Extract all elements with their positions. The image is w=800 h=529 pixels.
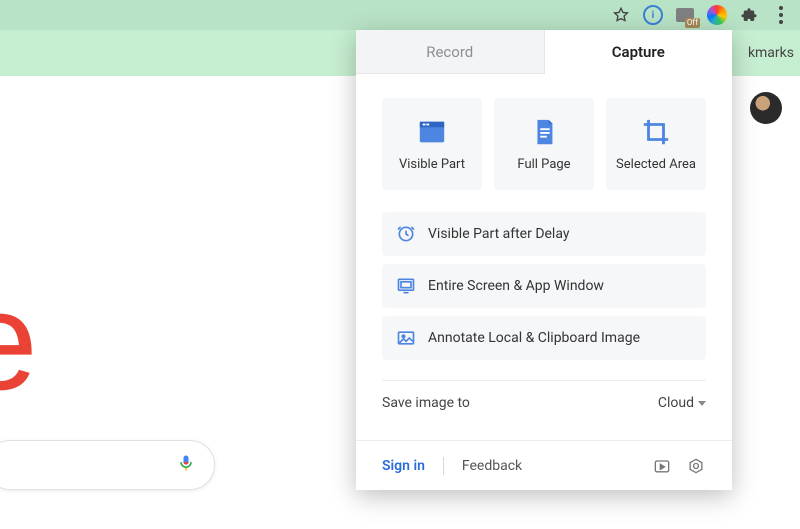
tab-capture[interactable]: Capture	[545, 30, 733, 74]
tab-record[interactable]: Record	[356, 30, 545, 74]
signin-link[interactable]: Sign in	[382, 458, 425, 474]
extensions-puzzle-icon[interactable]	[738, 4, 760, 26]
visible-part-button[interactable]: Visible Part	[382, 98, 482, 190]
save-destination-value: Cloud	[658, 395, 694, 411]
save-destination-select[interactable]: Cloud	[658, 395, 706, 411]
popup-tabs: Record Capture	[356, 30, 732, 74]
extension-icon-2[interactable]: Off	[674, 4, 696, 26]
mic-icon[interactable]	[176, 453, 196, 477]
extension-off-badge: Off	[685, 18, 700, 28]
feedback-link[interactable]: Feedback	[462, 458, 522, 474]
page-icon	[529, 117, 559, 147]
bookmark-star-icon[interactable]	[610, 4, 632, 26]
avatar[interactable]	[750, 92, 782, 124]
screen-icon	[396, 276, 416, 296]
search-input[interactable]	[0, 440, 215, 490]
annotate-local-label: Annotate Local & Clipboard Image	[428, 330, 640, 346]
annotate-local-button[interactable]: Annotate Local & Clipboard Image	[382, 316, 706, 360]
visible-part-delay-button[interactable]: Visible Part after Delay	[382, 212, 706, 256]
browser-toolbar: i Off	[0, 0, 800, 30]
browser-menu-icon[interactable]	[770, 4, 792, 26]
entire-screen-label: Entire Screen & App Window	[428, 278, 604, 294]
save-destination-row: Save image to Cloud	[356, 381, 732, 411]
visible-part-delay-label: Visible Part after Delay	[428, 226, 569, 242]
chevron-down-icon	[698, 401, 706, 406]
image-icon	[396, 328, 416, 348]
divider	[443, 457, 444, 475]
clock-icon	[396, 224, 416, 244]
extension-icon-1[interactable]: i	[642, 4, 664, 26]
full-page-button[interactable]: Full Page	[494, 98, 594, 190]
video-library-icon[interactable]	[652, 456, 672, 476]
settings-icon[interactable]	[686, 456, 706, 476]
capture-extension-popup: Record Capture Visible Part Full Page Se…	[356, 30, 732, 490]
extension-icon-3[interactable]	[706, 4, 728, 26]
capture-card-row: Visible Part Full Page Selected Area	[356, 74, 732, 204]
bookmarks-label-fragment: kmarks	[748, 45, 794, 61]
crop-icon	[641, 117, 671, 147]
full-page-label: Full Page	[517, 157, 570, 172]
selected-area-button[interactable]: Selected Area	[606, 98, 706, 190]
google-logo-fragment: e	[0, 260, 38, 422]
window-icon	[417, 117, 447, 147]
save-label: Save image to	[382, 395, 470, 411]
visible-part-label: Visible Part	[399, 157, 465, 172]
selected-area-label: Selected Area	[616, 157, 696, 172]
entire-screen-button[interactable]: Entire Screen & App Window	[382, 264, 706, 308]
popup-footer: Sign in Feedback	[356, 440, 732, 490]
